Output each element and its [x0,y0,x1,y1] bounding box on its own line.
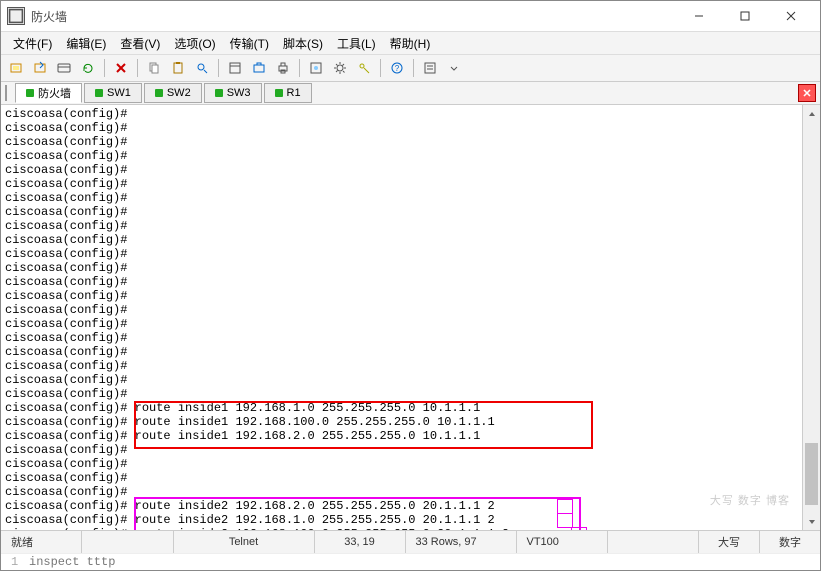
toolbar-separator [218,59,219,77]
tab-r1[interactable]: R1 [264,83,312,103]
terminal-output[interactable]: ciscoasa(config)# ciscoasa(config)# cisc… [1,105,802,530]
toolbar-separator [413,59,414,77]
status-dot-icon [215,89,223,97]
annotation-magenta-small-3 [571,527,587,530]
status-spacer2 [608,531,700,553]
scroll-down-button[interactable] [803,513,820,530]
tabs-close-button[interactable]: ✕ [798,84,816,102]
status-spacer [82,531,174,553]
toolbar-disconnect-icon[interactable] [110,57,132,79]
toolbar-settings-icon[interactable] [329,57,351,79]
menu-transfer[interactable]: 传输(T) [224,33,275,54]
close-button[interactable] [768,2,814,30]
menu-view[interactable]: 查看(V) [114,33,166,54]
tab-firewall[interactable]: 防火墙 [15,83,82,103]
toolbar-quickconnect-icon[interactable] [29,57,51,79]
toolbar-paste-icon[interactable] [167,57,189,79]
tab-label: R1 [287,87,301,99]
app-window: 防火墙 文件(F) 编辑(E) 查看(V) 选项(O) 传输(T) 脚本(S) … [0,0,821,571]
toolbar-key-icon[interactable] [353,57,375,79]
extra-line-text: inspect tttp [29,555,115,569]
extra-row: 1 inspect tttp [1,553,820,570]
status-ready: 就绪 [1,531,82,553]
svg-text:?: ? [395,64,400,73]
maximize-button[interactable] [722,2,768,30]
toolbar-separator [299,59,300,77]
toolbar-help-icon[interactable]: ? [386,57,408,79]
tab-label: SW3 [227,87,251,99]
toolbar-connect-icon[interactable] [5,57,27,79]
toolbar: ? [1,55,820,82]
menu-option[interactable]: 选项(O) [168,33,221,54]
scroll-track[interactable] [803,122,820,513]
menu-help[interactable]: 帮助(H) [384,33,437,54]
menu-file[interactable]: 文件(F) [7,33,58,54]
status-dot-icon [155,89,163,97]
toolbar-session-icon[interactable] [53,57,75,79]
vertical-scrollbar[interactable] [802,105,820,530]
toolbar-separator [104,59,105,77]
status-dot-icon [26,89,34,97]
tab-label: 防火墙 [38,85,71,101]
toolbar-script-icon[interactable] [419,57,441,79]
minimize-button[interactable] [676,2,722,30]
status-dot-icon [275,89,283,97]
menu-tool[interactable]: 工具(L) [331,33,382,54]
tab-sw1[interactable]: SW1 [84,83,142,103]
annotation-magenta-small-1 [557,499,573,514]
status-bar: 就绪 Telnet 33, 19 33 Rows, 97 VT100 大写 数字 [1,530,820,553]
status-caps: 大写 [699,531,760,553]
tab-label: SW2 [167,87,191,99]
status-emulation: VT100 [517,531,608,553]
toolbar-separator [380,59,381,77]
status-size: 33 Rows, 97 [406,531,517,553]
toolbar-sftp-icon[interactable] [248,57,270,79]
toolbar-print-icon[interactable] [272,57,294,79]
toolbar-dropdown-icon[interactable] [443,57,465,79]
scroll-up-button[interactable] [803,105,820,122]
annotation-red-box [134,401,593,449]
menu-bar: 文件(F) 编辑(E) 查看(V) 选项(O) 传输(T) 脚本(S) 工具(L… [1,32,820,55]
menu-script[interactable]: 脚本(S) [277,33,329,54]
status-protocol: Telnet [174,531,315,553]
toolbar-reconnect-icon[interactable] [77,57,99,79]
tabs-grip [5,85,11,101]
extra-line-number: 1 [11,555,29,569]
tab-sw3[interactable]: SW3 [204,83,262,103]
session-tabs-bar: 防火墙 SW1 SW2 SW3 R1 ✕ [1,82,820,105]
toolbar-copy-icon[interactable] [143,57,165,79]
menu-edit[interactable]: 编辑(E) [60,33,112,54]
status-dot-icon [95,89,103,97]
annotation-magenta-box [134,497,581,530]
window-title: 防火墙 [31,8,67,25]
annotation-magenta-small-2 [557,513,573,528]
status-num: 数字 [760,531,820,553]
status-cursor: 33, 19 [315,531,406,553]
title-bar: 防火墙 [1,1,820,32]
toolbar-options-icon[interactable] [305,57,327,79]
tab-label: SW1 [107,87,131,99]
toolbar-separator [137,59,138,77]
toolbar-find-icon[interactable] [191,57,213,79]
scroll-thumb[interactable] [805,443,818,506]
toolbar-properties-icon[interactable] [224,57,246,79]
app-icon [7,7,25,25]
tab-sw2[interactable]: SW2 [144,83,202,103]
terminal-wrapper: ciscoasa(config)# ciscoasa(config)# cisc… [1,105,820,530]
